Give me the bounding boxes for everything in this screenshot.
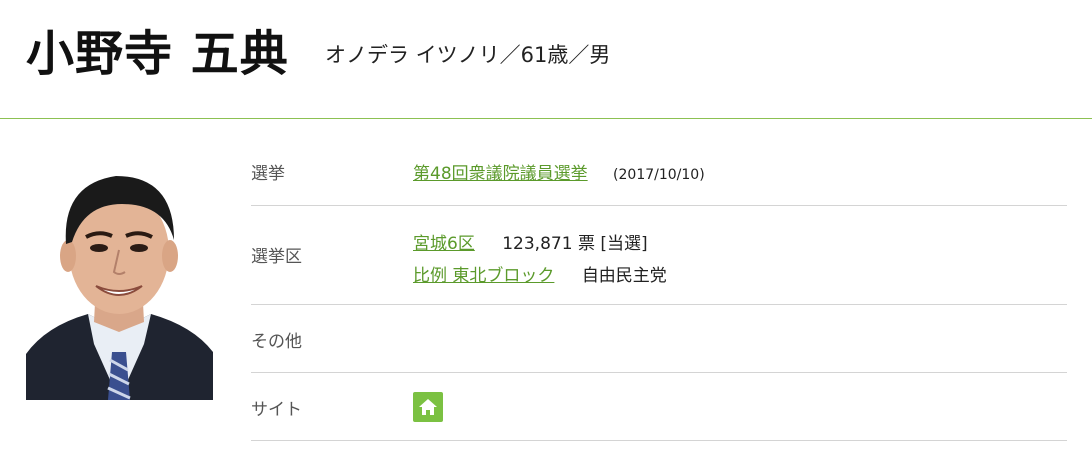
site-value	[413, 392, 443, 422]
label-district: 選挙区	[251, 247, 302, 267]
row-site: サイト	[251, 373, 1067, 441]
portrait-image	[26, 154, 213, 400]
district-link[interactable]: 宮城6区	[413, 234, 475, 254]
pr-line: 比例 東北ブロック 自由民主党	[413, 260, 667, 292]
row-district: 選挙区 宮城6区 123,871 票 [当選] 比例 東北ブロック 自由民主党	[251, 206, 1067, 305]
district-value: 宮城6区 123,871 票 [当選] 比例 東北ブロック 自由民主党	[413, 228, 667, 292]
profile-header: 小野寺 五典 オノデラ イツノリ／61歳／男	[0, 0, 1092, 119]
vote-count: 123,871 票 [当選]	[502, 234, 648, 254]
home-site-button[interactable]	[413, 392, 443, 422]
election-value: 第48回衆議院議員選挙 (2017/10/10)	[413, 159, 705, 184]
row-other: その他	[251, 305, 1067, 373]
label-site: サイト	[251, 400, 302, 420]
party-name: 自由民主党	[581, 266, 667, 286]
candidate-kana-age-gender: オノデラ イツノリ／61歳／男	[325, 43, 611, 67]
row-election: 選挙 第48回衆議院議員選挙 (2017/10/10)	[251, 137, 1067, 206]
pr-block-link[interactable]: 比例 東北ブロック	[413, 266, 554, 286]
election-date: (2017/10/10)	[613, 167, 705, 183]
label-other: その他	[251, 332, 302, 352]
election-link[interactable]: 第48回衆議院議員選挙	[413, 164, 588, 184]
district-line: 宮城6区 123,871 票 [当選]	[413, 228, 667, 260]
home-icon	[419, 399, 437, 415]
profile-table: 選挙 第48回衆議院議員選挙 (2017/10/10) 選挙区 宮城6区 123…	[251, 137, 1067, 441]
candidate-name: 小野寺 五典	[26, 26, 289, 82]
label-election: 選挙	[251, 164, 285, 184]
candidate-photo	[26, 154, 213, 400]
